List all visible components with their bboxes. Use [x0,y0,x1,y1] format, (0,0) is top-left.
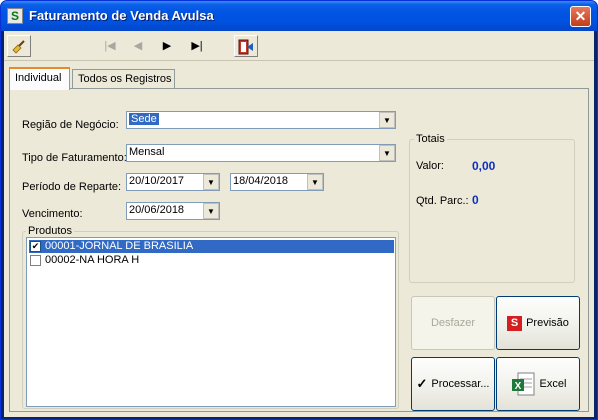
valor-value: 0,00 [472,159,496,173]
tab-panel-individual: Região de Negócio: Sede ▼ Tipo de Fatura… [9,88,589,412]
produtos-group: Produtos ✔ 00001-JORNAL DE BRASILIA 0000… [22,225,399,409]
svg-text:X: X [514,381,521,392]
vencimento-picker[interactable]: 20/06/2018 ▼ [126,202,220,220]
chevron-down-icon[interactable]: ▼ [379,112,395,128]
processar-label: Processar... [431,378,490,390]
produtos-list[interactable]: ✔ 00001-JORNAL DE BRASILIA 00002-NA HORA… [26,237,396,407]
previsao-button[interactable]: S Previsão [496,296,580,350]
close-button[interactable]: ✕ [570,6,591,27]
report-icon: S [507,315,523,331]
regiao-label: Região de Negócio: [22,119,119,131]
app-window: S Faturamento de Venda Avulsa ✕ |◀ ◀ ▶ ▶… [0,0,598,420]
chevron-down-icon[interactable]: ▼ [203,203,219,219]
tipo-value: Mensal [129,146,165,158]
parc-value: 0 [472,193,479,207]
parc-label: Qtd. Parc.: [416,195,469,207]
broom-icon[interactable] [7,35,31,57]
chevron-down-icon[interactable]: ▼ [379,145,395,161]
excel-button[interactable]: X Excel [496,357,580,411]
regiao-value: Sede [129,113,159,125]
periodo-from-picker[interactable]: 20/10/2017 ▼ [126,173,220,191]
periodo-from-value: 20/10/2017 [129,175,185,187]
chevron-down-icon[interactable]: ▼ [307,174,323,190]
exit-icon[interactable] [234,35,258,57]
toolbar: |◀ ◀ ▶ ▶| [4,31,594,61]
list-item[interactable]: ✔ 00001-JORNAL DE BRASILIA [29,240,394,253]
produtos-title: Produtos [26,225,75,237]
totais-group: Totais Valor: 0,00 Qtd. Parc.: 0 [409,133,575,283]
checkbox[interactable]: ✔ [30,241,41,252]
periodo-to-value: 18/04/2018 [233,175,289,187]
list-item[interactable]: 00002-NA HORA H [29,254,394,267]
excel-label: Excel [539,378,567,390]
title-bar[interactable]: S Faturamento de Venda Avulsa ✕ [1,1,597,31]
list-item-label: 00001-JORNAL DE BRASILIA [45,240,194,252]
list-item-label: 00002-NA HORA H [45,254,140,266]
regiao-combo[interactable]: Sede ▼ [126,111,396,129]
totais-title: Totais [414,133,447,145]
valor-label: Valor: [416,160,444,172]
tipo-label: Tipo de Faturamento: [22,152,127,164]
window-title: Faturamento de Venda Avulsa [29,8,214,23]
next-record-icon[interactable]: ▶ [155,35,179,57]
processar-button[interactable]: ✓ Processar... [411,357,495,411]
vencimento-value: 20/06/2018 [129,204,185,216]
app-icon: S [7,8,23,24]
excel-icon: X [511,372,535,396]
client-area: |◀ ◀ ▶ ▶| Individual Todos os Registros … [4,31,594,417]
chevron-down-icon[interactable]: ▼ [203,174,219,190]
previsao-label: Previsão [526,317,569,329]
checkmark-icon: ✓ [416,376,428,391]
last-record-icon[interactable]: ▶| [185,35,209,57]
desfazer-label: Desfazer [430,317,476,329]
tab-individual[interactable]: Individual [9,67,70,90]
first-record-icon[interactable]: |◀ [98,35,122,57]
periodo-label: Período de Reparte: [22,181,122,193]
prev-record-icon[interactable]: ◀ [126,35,150,57]
desfazer-button[interactable]: Desfazer [411,296,495,350]
vencimento-label: Vencimento: [22,208,83,220]
checkbox[interactable] [30,255,41,266]
tipo-combo[interactable]: Mensal ▼ [126,144,396,162]
tab-todos-os-registros[interactable]: Todos os Registros [72,69,175,89]
periodo-to-picker[interactable]: 18/04/2018 ▼ [230,173,324,191]
